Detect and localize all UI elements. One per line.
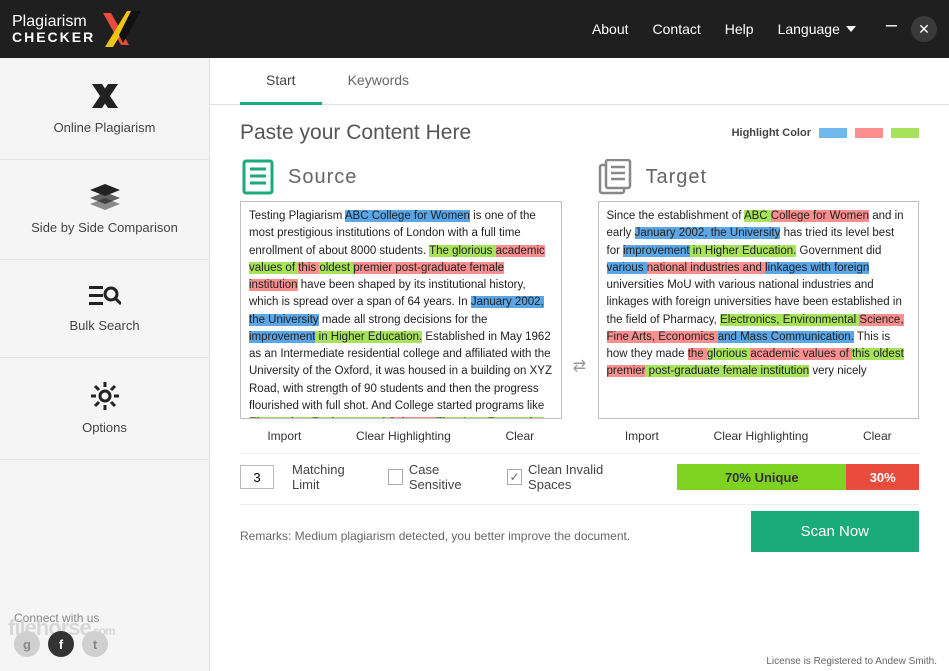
matching-limit-input[interactable] bbox=[240, 465, 274, 489]
nav-help[interactable]: Help bbox=[725, 21, 754, 37]
source-panel: Source Testing Plagiarism ABC College fo… bbox=[240, 159, 562, 453]
list-search-icon bbox=[89, 284, 121, 308]
sidebar-label: Options bbox=[82, 420, 127, 435]
logo-x-icon bbox=[101, 9, 145, 49]
case-sensitive-checkbox[interactable]: Case Sensitive bbox=[388, 462, 489, 492]
target-import-button[interactable]: Import bbox=[625, 429, 659, 443]
gear-icon bbox=[91, 382, 119, 410]
facebook-icon[interactable]: f bbox=[48, 631, 74, 657]
nav-language-label: Language bbox=[778, 21, 840, 37]
logo-text-top: Plagiarism bbox=[12, 14, 95, 30]
main-content: Start Keywords Paste your Content Here H… bbox=[210, 58, 949, 671]
twitter-icon[interactable]: t bbox=[82, 631, 108, 657]
tab-keywords[interactable]: Keywords bbox=[322, 58, 435, 104]
connect-section: filehorse.com Connect with us g f t bbox=[0, 599, 209, 671]
source-title: Source bbox=[288, 166, 357, 189]
nav-contact[interactable]: Contact bbox=[653, 21, 701, 37]
swatch-blue[interactable] bbox=[819, 128, 847, 138]
sidebar-item-online[interactable]: Online Plagiarism bbox=[0, 58, 209, 160]
swatch-red[interactable] bbox=[855, 128, 883, 138]
googleplus-icon[interactable]: g bbox=[14, 631, 40, 657]
nav-language[interactable]: Language bbox=[778, 21, 856, 37]
checkbox-icon bbox=[388, 469, 403, 485]
logo-text-bottom: CHECKER bbox=[12, 30, 95, 44]
source-textbox[interactable]: Testing Plagiarism ABC College for Women… bbox=[240, 201, 562, 419]
sidebar-item-sidebyside[interactable]: Side by Side Comparison bbox=[0, 160, 209, 260]
app-logo: Plagiarism CHECKER bbox=[12, 9, 145, 49]
uniqueness-bar: 70% Unique 30% bbox=[677, 464, 919, 490]
target-title: Target bbox=[646, 166, 708, 189]
highlight-color-legend: Highlight Color bbox=[732, 127, 919, 139]
target-panel: Target Since the establishment of ABC Co… bbox=[598, 159, 920, 453]
clean-spaces-label: Clean Invalid Spaces bbox=[528, 462, 641, 492]
highlight-label: Highlight Color bbox=[732, 127, 811, 139]
target-clearhl-button[interactable]: Clear Highlighting bbox=[714, 429, 809, 443]
layers-icon bbox=[90, 184, 120, 210]
source-clearhl-button[interactable]: Clear Highlighting bbox=[356, 429, 451, 443]
target-clear-button[interactable]: Clear bbox=[863, 429, 892, 443]
swap-button[interactable]: ⇄ bbox=[570, 279, 590, 453]
swatch-green[interactable] bbox=[891, 128, 919, 138]
remarks-text: Remarks: Medium plagiarism detected, you… bbox=[240, 529, 731, 543]
plag-percent: 30% bbox=[846, 464, 919, 490]
matching-limit-label: Matching Limit bbox=[292, 462, 370, 492]
license-footer: License is Registered to Andew Smith. bbox=[766, 656, 937, 667]
sidebar-label: Bulk Search bbox=[69, 318, 139, 333]
documents-icon bbox=[598, 159, 634, 195]
source-clear-button[interactable]: Clear bbox=[505, 429, 534, 443]
document-icon bbox=[240, 159, 276, 195]
header-nav: About Contact Help Language bbox=[592, 21, 856, 37]
target-textbox[interactable]: Since the establishment of ABC College f… bbox=[598, 201, 920, 419]
checkbox-checked-icon: ✓ bbox=[507, 469, 522, 485]
page-heading: Paste your Content Here bbox=[240, 121, 471, 145]
x-icon bbox=[88, 82, 122, 110]
controls-row: Matching Limit Case Sensitive ✓ Clean In… bbox=[240, 453, 919, 505]
sidebar-item-bulk[interactable]: Bulk Search bbox=[0, 260, 209, 358]
source-import-button[interactable]: Import bbox=[267, 429, 301, 443]
close-button[interactable]: ✕ bbox=[911, 16, 937, 42]
sidebar-item-options[interactable]: Options bbox=[0, 358, 209, 460]
tabs: Start Keywords bbox=[210, 58, 949, 105]
nav-about[interactable]: About bbox=[592, 21, 629, 37]
sidebar: Online Plagiarism Side by Side Compariso… bbox=[0, 58, 210, 671]
sidebar-label: Side by Side Comparison bbox=[31, 220, 178, 235]
tab-start[interactable]: Start bbox=[240, 58, 322, 105]
clean-spaces-checkbox[interactable]: ✓ Clean Invalid Spaces bbox=[507, 462, 641, 492]
sidebar-label: Online Plagiarism bbox=[54, 120, 156, 135]
case-sensitive-label: Case Sensitive bbox=[409, 462, 489, 492]
chevron-down-icon bbox=[846, 26, 856, 32]
header: Plagiarism CHECKER About Contact Help La… bbox=[0, 0, 949, 58]
minimize-button[interactable]: – bbox=[886, 15, 897, 43]
scan-now-button[interactable]: Scan Now bbox=[751, 511, 919, 552]
unique-percent: 70% Unique bbox=[677, 464, 846, 490]
